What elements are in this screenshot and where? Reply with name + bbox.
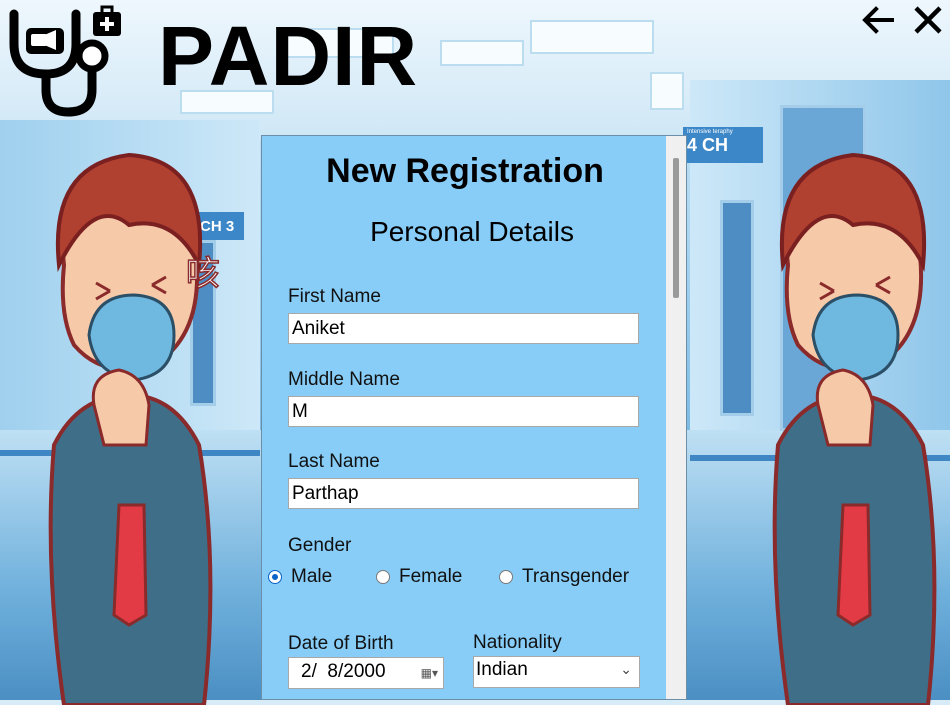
back-button[interactable] — [860, 4, 896, 36]
ceiling-light — [530, 20, 654, 54]
dob-label: Date of Birth — [288, 633, 394, 654]
gender-female-radio[interactable]: Female — [376, 566, 462, 588]
gender-transgender-radio[interactable]: Transgender — [499, 566, 629, 588]
app-brand-title: PADIR — [158, 9, 419, 103]
gender-option-label: Male — [291, 566, 333, 587]
middle-name-field[interactable] — [288, 396, 639, 427]
coughing-character-left: 咳 — [48, 152, 221, 705]
nationality-select[interactable]: Indian ⌄ — [473, 656, 640, 688]
gender-male-radio[interactable]: Male — [268, 566, 332, 588]
dob-date-picker[interactable]: 2/ 8/2000 ▦▾ — [288, 657, 444, 689]
form-title: New Registration — [326, 152, 604, 190]
back-arrow-icon — [862, 6, 894, 34]
ward-sign-text: 4 CH — [687, 135, 729, 155]
scrollbar-thumb[interactable] — [673, 158, 679, 298]
form-scrollbar[interactable] — [666, 136, 686, 699]
nationality-label: Nationality — [473, 632, 562, 653]
ceiling-light — [440, 40, 524, 66]
registration-form-panel: New Registration Personal Details First … — [261, 135, 687, 700]
calendar-icon[interactable]: ▦▾ — [421, 666, 438, 680]
first-name-label: First Name — [288, 286, 381, 307]
radio-dot-icon — [268, 570, 282, 584]
gender-label: Gender — [288, 535, 352, 556]
gender-option-label: Female — [399, 566, 463, 587]
first-name-field[interactable] — [288, 313, 639, 344]
dob-value: 2/ 8/2000 — [301, 661, 386, 682]
last-name-field[interactable] — [288, 478, 639, 509]
nationality-value: Indian — [476, 659, 528, 680]
close-icon — [914, 6, 942, 34]
radio-dot-icon — [499, 570, 513, 584]
ceiling-light — [650, 72, 684, 110]
section-heading: Personal Details — [370, 216, 574, 247]
last-name-label: Last Name — [288, 451, 380, 472]
door — [720, 200, 754, 416]
chevron-down-icon: ⌄ — [620, 661, 632, 677]
coughing-character-right: 咳 — [772, 152, 937, 705]
stethoscope-logo-icon — [9, 5, 121, 117]
radio-dot-icon — [376, 570, 390, 584]
cough-glyph: 咳 — [186, 254, 220, 294]
ward-sign-right: Intensive teraphy 4 CH — [683, 127, 763, 163]
middle-name-label: Middle Name — [288, 369, 400, 390]
close-button[interactable] — [910, 4, 946, 36]
gender-option-label: Transgender — [522, 566, 630, 587]
